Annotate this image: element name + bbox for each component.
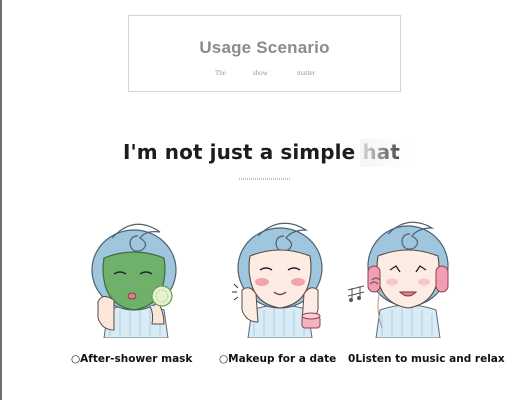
usage-scenario-banner: Usage Scenario The show matter — [128, 15, 401, 92]
page-left-border — [0, 0, 2, 400]
headphones-music-illustration — [346, 210, 458, 339]
scenario-caption-1: ○After-shower mask — [71, 353, 192, 365]
usage-scenario-title: Usage Scenario — [199, 38, 330, 57]
scenario-label-3: Listen to music and relax — [355, 353, 505, 365]
radio-marker-2: ○ — [219, 353, 229, 365]
headline-fade-decoration — [360, 139, 412, 167]
scenario-label-2: Makeup for a date — [228, 353, 337, 365]
scenario-caption-3: 0Listen to music and relax — [348, 353, 505, 365]
scenario-label-1: After-shower mask — [80, 353, 193, 365]
subtitle-word-3: matter — [297, 69, 315, 77]
headline-text: I'm not just a simple hat — [123, 140, 400, 164]
dotted-divider — [239, 178, 291, 180]
scenario-caption-2: ○Makeup for a date — [219, 353, 336, 365]
subtitle-word-1: The — [215, 69, 226, 77]
green-face-mask-illustration — [80, 210, 192, 339]
radio-marker-1: ○ — [71, 353, 81, 365]
makeup-date-illustration — [224, 210, 336, 339]
subtitle-word-2: show — [253, 69, 268, 77]
